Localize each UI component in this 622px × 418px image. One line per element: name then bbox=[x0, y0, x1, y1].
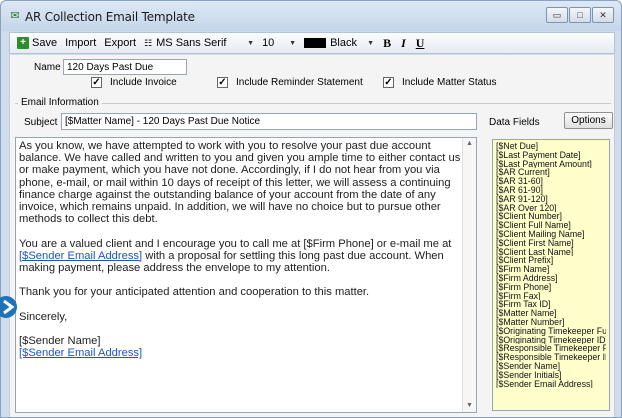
save-button[interactable]: + Save bbox=[13, 34, 61, 52]
body-paragraph: As you know, we have attempted to work w… bbox=[19, 140, 461, 226]
data-field-item[interactable]: [$Last Payment Date] bbox=[496, 151, 606, 160]
app-icon: ✉ bbox=[10, 10, 20, 22]
data-fields-label: Data Fields bbox=[489, 117, 540, 128]
color-select[interactable]: Black ▼ bbox=[300, 34, 378, 52]
data-field-item[interactable]: [$Matter Number] bbox=[496, 318, 606, 327]
include-invoice-label: Include Invoice bbox=[110, 77, 177, 88]
data-field-item[interactable]: [$Client First Name] bbox=[496, 239, 606, 248]
underline-button[interactable]: U bbox=[411, 34, 430, 52]
scroll-up-icon[interactable]: ▲ bbox=[463, 138, 476, 150]
options-button[interactable]: Options bbox=[564, 112, 613, 129]
sender-name: [$Sender Name] bbox=[19, 335, 101, 348]
data-field-item[interactable]: [$AR 91-120] bbox=[496, 195, 606, 204]
data-field-item[interactable]: [$Client Full Name] bbox=[496, 221, 606, 230]
chevron-down-icon: ▼ bbox=[247, 39, 255, 47]
chevron-down-icon: ▼ bbox=[367, 39, 375, 47]
data-field-item[interactable]: [$Responsible Timekeeper Full Na bbox=[496, 344, 606, 353]
body-paragraph: Thank you for your anticipated attention… bbox=[19, 286, 370, 299]
chevron-down-icon: ▼ bbox=[289, 39, 297, 47]
subject-field[interactable]: [$Matter Name] - 120 Days Past Due Notic… bbox=[61, 113, 477, 130]
include-matter-status-label: Include Matter Status bbox=[402, 77, 497, 88]
data-field-item[interactable]: [$Matter Name] bbox=[496, 309, 606, 318]
save-icon: + bbox=[17, 37, 29, 49]
name-label: Name bbox=[34, 62, 61, 73]
checkbox-icon: ✓ bbox=[217, 77, 228, 88]
close-icon[interactable]: ✕ bbox=[592, 7, 614, 23]
export-button[interactable]: Export bbox=[100, 34, 140, 52]
color-value: Black bbox=[330, 37, 357, 49]
data-field-item[interactable]: [$Firm Fax] bbox=[496, 292, 606, 301]
pointer-arrow-icon bbox=[0, 296, 17, 318]
name-field[interactable]: 120 Days Past Due bbox=[63, 59, 187, 75]
closing-text: Sincerely, bbox=[19, 310, 68, 323]
font-size-select[interactable]: 10 ▼ bbox=[258, 34, 300, 52]
data-field-item[interactable]: [$Firm Phone] bbox=[496, 283, 606, 292]
include-matter-status-check[interactable]: ✓ Include Matter Status bbox=[383, 77, 497, 88]
sender-email-link[interactable]: [$Sender Email Address] bbox=[19, 250, 142, 262]
data-field-item[interactable]: [$Firm Name] bbox=[496, 265, 606, 274]
toolbar: + Save Import Export ☷ MS Sans Serif ▼ 1… bbox=[9, 32, 615, 54]
body-text: You are a valued client and I encourage … bbox=[19, 237, 452, 250]
scroll-down-icon[interactable]: ▼ bbox=[463, 400, 476, 412]
maximize-icon[interactable]: □ bbox=[569, 7, 591, 23]
data-field-item[interactable]: [$Last Payment Amount] bbox=[496, 160, 606, 169]
template-form: Name 120 Days Past Due ✓ Include Invoice… bbox=[9, 55, 615, 417]
data-field-item[interactable]: [$Sender Email Address] bbox=[496, 380, 606, 389]
data-field-item[interactable]: [$Firm Tax ID] bbox=[496, 300, 606, 309]
body-paragraph: You are a valued client and I encourage … bbox=[19, 238, 461, 275]
data-field-item[interactable]: [$Client Last Name] bbox=[496, 248, 606, 257]
email-body: As you know, we have attempted to work w… bbox=[19, 140, 461, 360]
email-info-label: Email Information bbox=[18, 97, 102, 108]
window-title: AR Collection Email Template bbox=[25, 10, 195, 24]
font-icon: ☷ bbox=[144, 37, 153, 48]
data-field-item[interactable]: [$AR 61-90] bbox=[496, 186, 606, 195]
export-label: Export bbox=[104, 37, 137, 49]
email-body-editor[interactable]: As you know, we have attempted to work w… bbox=[15, 137, 477, 413]
data-field-item[interactable]: [$Sender Initials] bbox=[496, 371, 606, 380]
data-field-item[interactable]: [$Client Number] bbox=[496, 212, 606, 221]
app-window: ✉ AR Collection Email Template ▭ □ ✕ + S… bbox=[0, 0, 622, 418]
checkbox-icon: ✓ bbox=[383, 77, 394, 88]
checkbox-icon: ✓ bbox=[91, 77, 102, 88]
italic-button[interactable]: I bbox=[396, 34, 411, 52]
font-size-value: 10 bbox=[262, 37, 275, 49]
data-fields-list[interactable]: [$Net Due] [$Last Payment Date] [$Last Pay… bbox=[492, 139, 610, 411]
save-label: Save bbox=[32, 37, 58, 49]
data-field-item[interactable]: [$Originating Timekeeper ID] bbox=[496, 336, 606, 345]
import-label: Import bbox=[65, 37, 97, 49]
include-reminder-label: Include Reminder Statement bbox=[236, 77, 363, 88]
subject-label: Subject bbox=[24, 117, 58, 128]
data-field-item[interactable]: [$AR 31-60] bbox=[496, 177, 606, 186]
data-field-item[interactable]: [$Client Mailing Name] bbox=[496, 230, 606, 239]
data-fields-items: [$Net Due] [$Last Payment Date] [$Last Pay… bbox=[493, 140, 609, 390]
window-controls: ▭ □ ✕ bbox=[546, 7, 614, 23]
data-field-item[interactable]: [$Client Prefix] bbox=[496, 256, 606, 265]
group-divider bbox=[15, 103, 611, 104]
data-field-item[interactable]: [$AR Current] bbox=[496, 168, 606, 177]
color-swatch bbox=[304, 38, 327, 48]
data-field-item[interactable]: [$AR Over 120] bbox=[496, 204, 606, 213]
data-field-item[interactable]: [$Originating Timekeeper Full Nam bbox=[496, 327, 606, 336]
font-name-value: MS Sans Serif bbox=[156, 37, 227, 49]
sender-email-link[interactable]: [$Sender Email Address] bbox=[19, 347, 461, 359]
bold-button[interactable]: B bbox=[378, 34, 396, 52]
font-name-select[interactable]: ☷ MS Sans Serif ▼ bbox=[140, 34, 258, 52]
data-field-item[interactable]: [$Firm Address] bbox=[496, 274, 606, 283]
minimize-icon[interactable]: ▭ bbox=[546, 7, 568, 23]
title-bar[interactable]: ✉ AR Collection Email Template ▭ □ ✕ bbox=[1, 1, 621, 31]
data-field-item[interactable]: [$Sender Name] bbox=[496, 362, 606, 371]
data-field-item[interactable]: [$Net Due] bbox=[496, 142, 606, 151]
data-field-item[interactable]: [$Responsible Timekeeper ID] bbox=[496, 353, 606, 362]
editor-scrollbar[interactable]: ▲ ▼ bbox=[462, 138, 476, 412]
include-reminder-check[interactable]: ✓ Include Reminder Statement bbox=[217, 77, 363, 88]
import-button[interactable]: Import bbox=[61, 34, 100, 52]
include-invoice-check[interactable]: ✓ Include Invoice bbox=[91, 77, 177, 88]
